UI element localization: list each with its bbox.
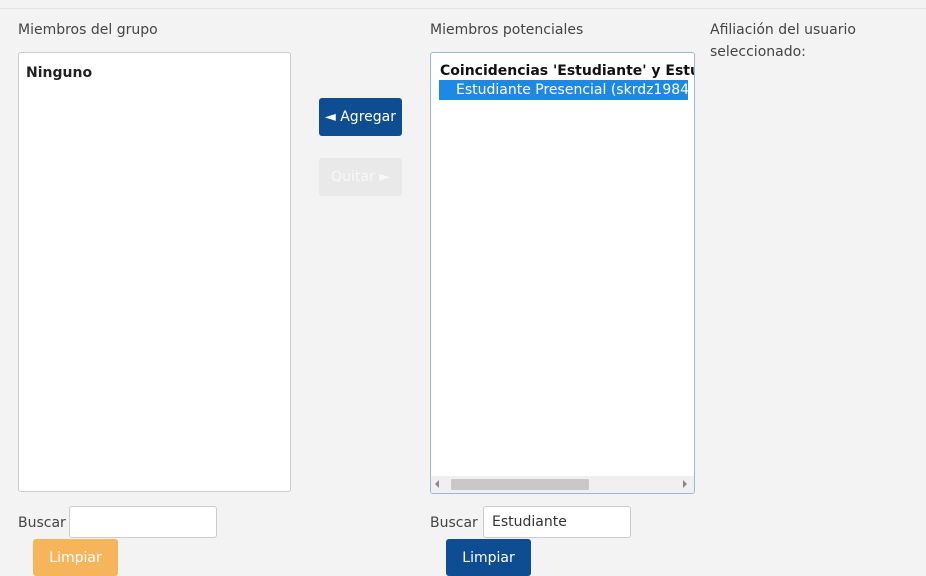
group-members-heading: Miembros del grupo bbox=[18, 22, 158, 38]
remove-button[interactable]: Quitar ► bbox=[319, 158, 402, 196]
list-item[interactable]: Ninguno bbox=[26, 64, 92, 82]
horizontal-scrollbar[interactable] bbox=[431, 476, 694, 493]
potential-members-select[interactable]: Coincidencias 'Estudiante' y Estudiante … bbox=[430, 52, 695, 494]
group-members-select[interactable]: Ninguno bbox=[18, 52, 291, 492]
optgroup-label: Coincidencias 'Estudiante' y Estudiante bbox=[440, 63, 694, 79]
clear-potential-search-button[interactable]: Limpiar bbox=[446, 539, 531, 576]
selected-option-highlight[interactable]: Estudiante Presencial (skrdz19846) bbox=[439, 80, 688, 100]
search-label: Buscar bbox=[430, 515, 478, 531]
clear-group-search-button[interactable]: Limpiar bbox=[33, 539, 118, 576]
top-divider bbox=[0, 8, 926, 9]
affiliation-heading: Afiliación del usuario seleccionado: bbox=[710, 22, 856, 60]
add-button[interactable]: ◄ Agregar bbox=[319, 98, 402, 136]
scrollbar-thumb[interactable] bbox=[451, 479, 589, 490]
search-label: Buscar bbox=[18, 515, 66, 531]
potential-search-input[interactable] bbox=[483, 506, 631, 538]
potential-members-heading: Miembros potenciales bbox=[430, 22, 584, 38]
scroll-left-icon[interactable] bbox=[435, 480, 439, 488]
group-search-input[interactable] bbox=[69, 506, 217, 538]
list-item[interactable]: Estudiante Presencial (skrdz19846) bbox=[456, 81, 688, 99]
scroll-right-icon[interactable] bbox=[683, 480, 687, 488]
